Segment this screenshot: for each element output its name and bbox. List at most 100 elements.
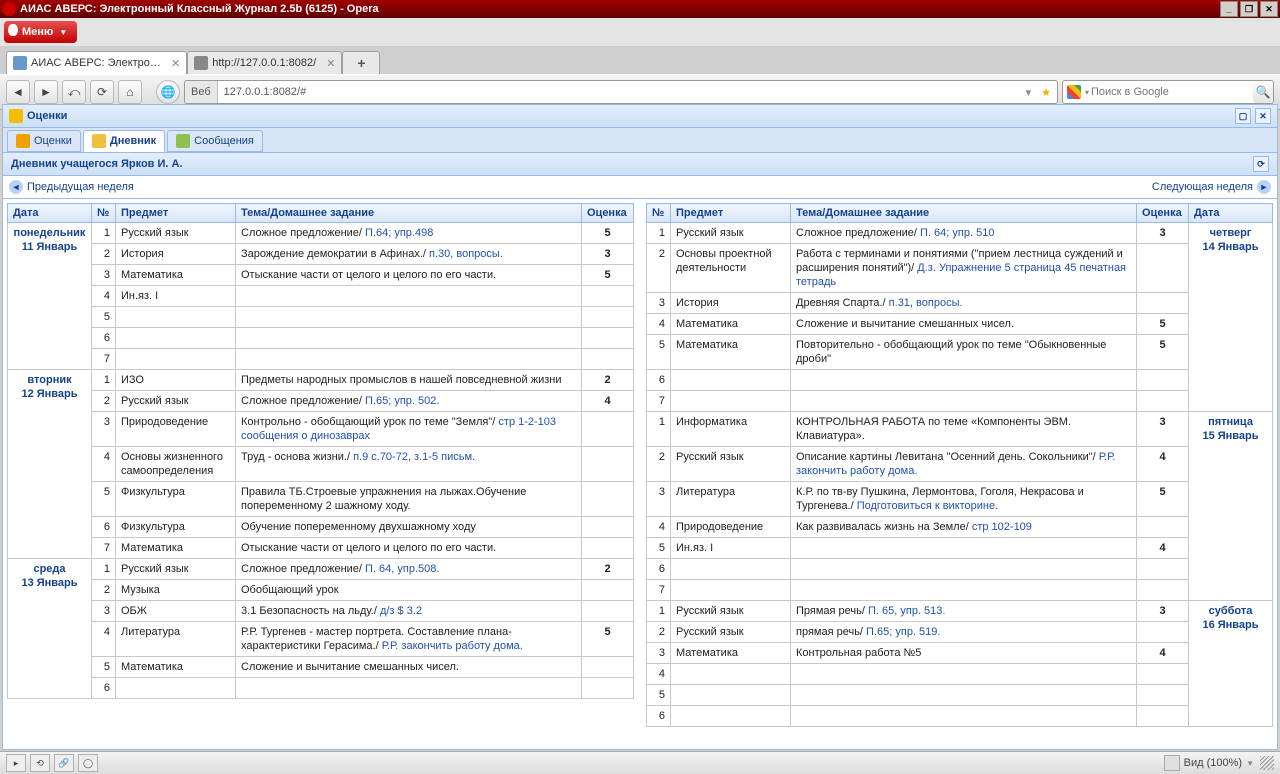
diary-title: Дневник учащегося Ярков И. А. — [11, 158, 183, 170]
lesson-number: 4 — [92, 447, 116, 482]
table-row: 5Ин.яз. I4 — [647, 538, 1273, 559]
subject-cell: Основы жизненного самоопределения — [116, 447, 236, 482]
table-row: 5 — [8, 307, 634, 328]
mark-cell: 5 — [1137, 314, 1189, 335]
rewind-button[interactable]: ⤺ — [62, 80, 86, 104]
table-row: 4МатематикаСложение и вычитание смешанны… — [647, 314, 1273, 335]
arrow-left-icon: ◄ — [9, 180, 23, 194]
refresh-icon[interactable]: ⟳ — [1253, 156, 1269, 172]
table-row: 6 — [647, 706, 1273, 727]
mark-cell — [1137, 580, 1189, 601]
diary-table-left: Дата № Предмет Тема/Домашнее задание Оце… — [7, 203, 634, 699]
col-date: Дата — [1189, 204, 1273, 223]
subject-cell — [116, 349, 236, 370]
opera-menu-button[interactable]: Меню▼ — [4, 21, 77, 43]
search-box[interactable]: ▾ 🔍 — [1062, 80, 1274, 104]
home-button[interactable]: ⌂ — [118, 80, 142, 104]
close-icon[interactable]: ✕ — [1255, 108, 1271, 124]
lesson-number: 6 — [647, 559, 671, 580]
close-button[interactable]: ✕ — [1260, 1, 1278, 17]
chevron-down-icon[interactable]: ▼ — [1246, 759, 1254, 768]
homework-cell — [791, 559, 1137, 580]
subject-cell: ОБЖ — [116, 601, 236, 622]
mark-cell — [1137, 706, 1189, 727]
search-button[interactable]: 🔍 — [1253, 81, 1273, 103]
subject-cell: Основы проектной деятельности — [671, 244, 791, 293]
col-subject: Предмет — [116, 204, 236, 223]
dropdown-icon[interactable]: ▾ — [1022, 86, 1036, 99]
homework-cell: Сложное предложение/ П. 64; упр. 510 — [791, 223, 1137, 244]
table-row: среда13 Январь1Русский языкСложное предл… — [8, 559, 634, 580]
maximize-button[interactable]: ❐ — [1240, 1, 1258, 17]
subject-cell — [116, 678, 236, 699]
homework-cell: Обучение попеременному двухшажному ходу — [236, 517, 582, 538]
mark-cell — [582, 307, 634, 328]
panel-title: Оценки — [27, 110, 67, 122]
homework-cell — [236, 678, 582, 699]
day-cell: пятница15 Январь — [1189, 412, 1273, 601]
address-bar[interactable]: Веб 127.0.0.1:8082/# ▾ ★ — [184, 80, 1058, 104]
tab-messages[interactable]: Сообщения — [167, 130, 263, 152]
lesson-number: 2 — [92, 580, 116, 601]
close-tab-icon[interactable]: ✕ — [171, 57, 180, 70]
lesson-number: 4 — [92, 286, 116, 307]
homework-cell — [791, 580, 1137, 601]
table-row: 7 — [647, 391, 1273, 412]
subject-cell: Русский язык — [671, 447, 791, 482]
table-row: 5МатематикаПовторительно - обобщающий ур… — [647, 335, 1273, 370]
mark-cell — [1137, 664, 1189, 685]
browser-tab-active[interactable]: АИАС АВЕРС: Электрон... ✕ — [6, 51, 187, 74]
bookmark-star-icon[interactable]: ★ — [1035, 86, 1057, 99]
zoom-label[interactable]: Вид (100%) — [1184, 757, 1242, 769]
homework-cell: Правила ТБ.Строевые упражнения на лыжах.… — [236, 482, 582, 517]
homework-cell: прямая речь/ П.65; упр. 519. — [791, 622, 1137, 643]
lesson-number: 2 — [647, 244, 671, 293]
window-titlebar: АИАС АВЕРС: Электронный Классный Журнал … — [0, 0, 1280, 18]
panel-toggle-button[interactable]: ▸ — [6, 754, 26, 772]
tab-grades[interactable]: Оценки — [7, 130, 81, 152]
mark-cell — [582, 580, 634, 601]
browser-tab-inactive[interactable]: http://127.0.0.1:8082/ ✕ — [187, 51, 342, 74]
table-row: 4ЛитератураР.Р. Тургенев - мастер портре… — [8, 622, 634, 657]
lesson-number: 6 — [92, 678, 116, 699]
day-cell: суббота16 Январь — [1189, 601, 1273, 727]
minimize-button[interactable]: _ — [1220, 1, 1238, 17]
subject-cell: Русский язык — [116, 223, 236, 244]
resize-grip-icon[interactable] — [1260, 756, 1274, 770]
prev-week-link[interactable]: ◄Предыдущая неделя — [9, 180, 134, 194]
browser-statusbar: ▸ ⟲ 🔗 ◯ Вид (100%) ▼ — [0, 751, 1280, 774]
app-panel: Оценки ▢ ✕ Оценки Дневник Сообщения Днев… — [2, 104, 1278, 750]
link-icon[interactable]: 🔗 — [54, 754, 74, 772]
mark-cell: 4 — [1137, 538, 1189, 559]
col-num: № — [647, 204, 671, 223]
diary-table-right: № Предмет Тема/Домашнее задание Оценка Д… — [646, 203, 1273, 727]
new-tab-button[interactable]: + — [342, 51, 380, 74]
next-week-link[interactable]: Следующая неделя► — [1152, 180, 1271, 194]
subject-cell: Литература — [671, 482, 791, 517]
mark-cell: 3 — [1137, 601, 1189, 622]
sync-icon[interactable]: ⟲ — [30, 754, 50, 772]
search-input[interactable] — [1089, 85, 1253, 99]
table-row: 3МатематикаОтыскание части от целого и ц… — [8, 265, 634, 286]
subject-cell: Математика — [671, 643, 791, 664]
lesson-number: 5 — [647, 685, 671, 706]
mark-cell — [582, 447, 634, 482]
subject-cell: Ин.яз. I — [116, 286, 236, 307]
subject-cell — [671, 559, 791, 580]
tab-diary[interactable]: Дневник — [83, 130, 165, 152]
maximize-icon[interactable]: ▢ — [1235, 108, 1251, 124]
homework-cell: Зарождение демократии в Афинах./ п.30, в… — [236, 244, 582, 265]
reload-button[interactable]: ⟳ — [90, 80, 114, 104]
lesson-number: 2 — [92, 391, 116, 412]
opera-icon — [2, 2, 16, 16]
lesson-number: 3 — [647, 293, 671, 314]
subject-cell — [671, 580, 791, 601]
lesson-number: 1 — [92, 223, 116, 244]
back-button[interactable]: ◄ — [6, 80, 30, 104]
mark-cell — [1137, 559, 1189, 580]
forward-button[interactable]: ► — [34, 80, 58, 104]
zoom-fit-icon[interactable] — [1164, 755, 1180, 771]
unite-icon[interactable]: ◯ — [78, 754, 98, 772]
close-tab-icon[interactable]: ✕ — [326, 57, 335, 70]
url-text[interactable]: 127.0.0.1:8082/# — [218, 86, 1022, 98]
